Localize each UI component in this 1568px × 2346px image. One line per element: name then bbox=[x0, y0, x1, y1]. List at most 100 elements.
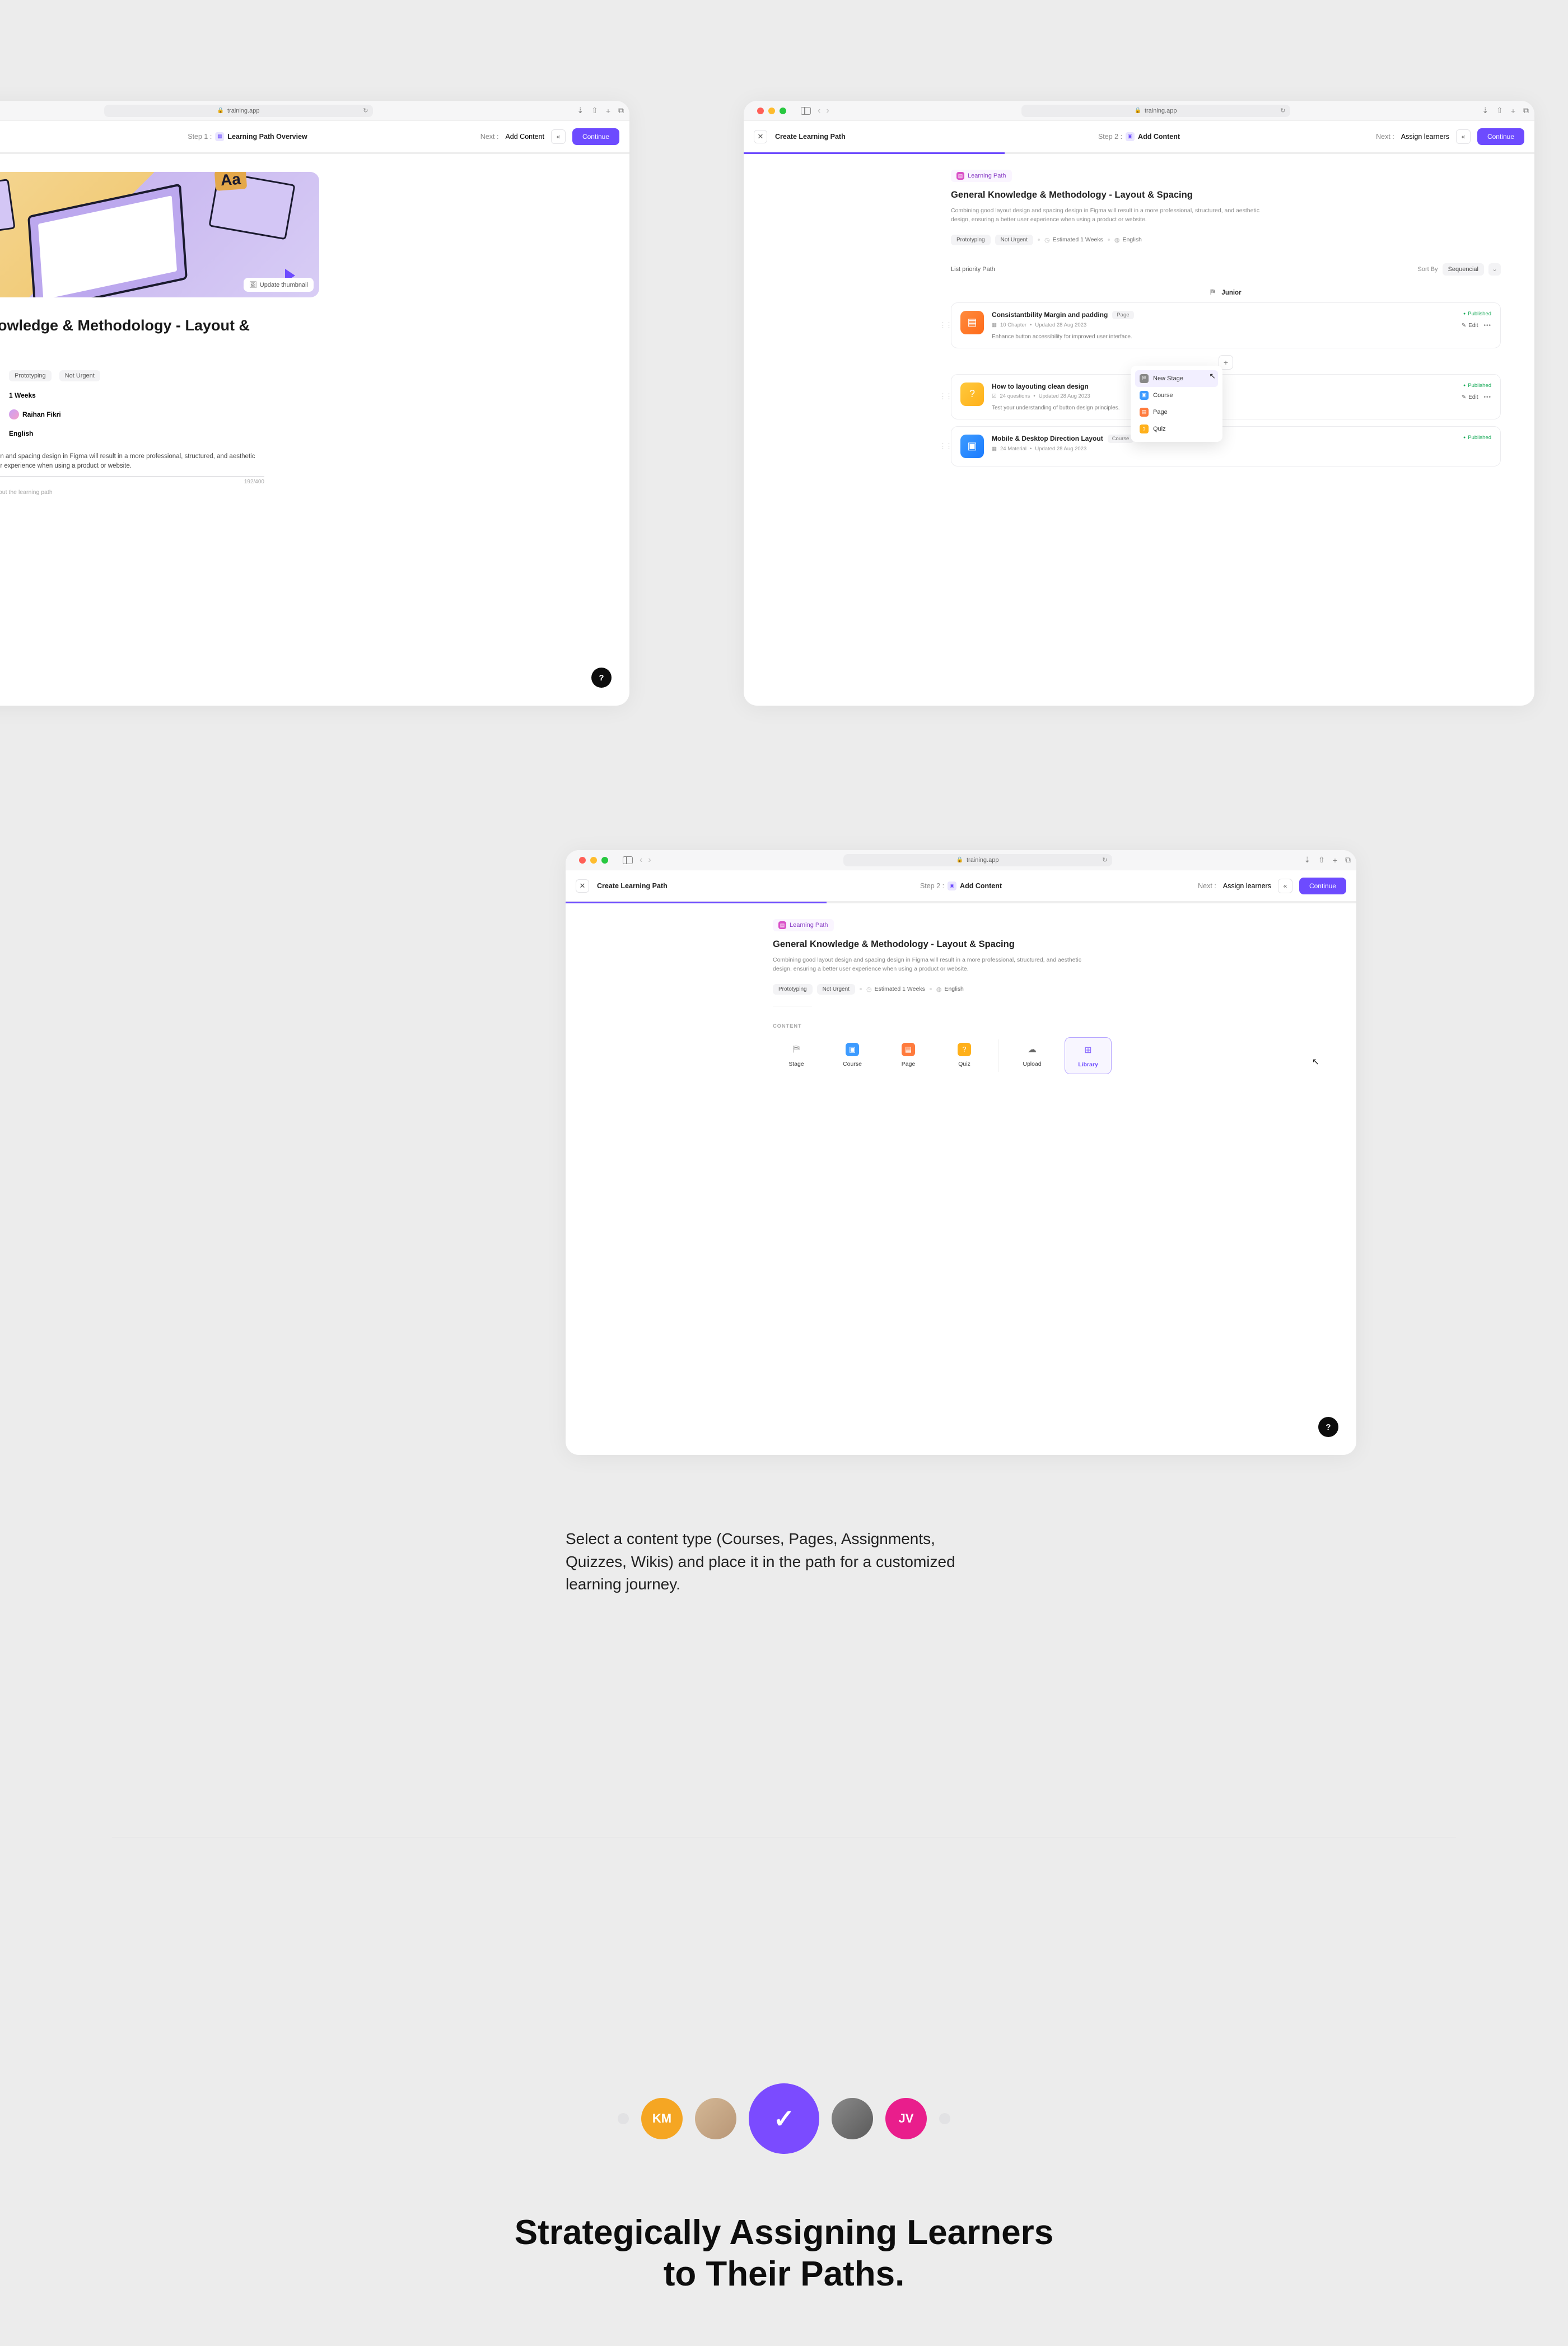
content-type-quiz[interactable]: ?Quiz bbox=[941, 1037, 988, 1074]
popover-new-stage[interactable]: ⛿New Stage bbox=[1135, 370, 1218, 387]
sort-select[interactable]: Sequencial bbox=[1443, 263, 1484, 276]
address-bar[interactable]: 🔒 training.app ↻ bbox=[104, 105, 373, 117]
content-type-upload[interactable]: ☁Upload bbox=[1009, 1037, 1056, 1074]
traffic-min-icon[interactable] bbox=[768, 108, 775, 114]
sidebar-toggle-icon[interactable] bbox=[801, 107, 811, 115]
traffic-close-icon[interactable] bbox=[579, 857, 586, 864]
refresh-icon[interactable]: ↻ bbox=[363, 107, 368, 114]
page-icon: ▤ bbox=[1140, 408, 1149, 417]
content-card[interactable]: ⋮⋮ ▤ Consistantbility Margin and padding… bbox=[951, 302, 1501, 348]
content-type-stage[interactable]: ⛿Stage bbox=[773, 1037, 820, 1074]
more-menu-icon[interactable]: ••• bbox=[1483, 394, 1491, 400]
close-button[interactable]: ✕ bbox=[576, 879, 589, 893]
tabs-icon[interactable]: ⧉ bbox=[1523, 106, 1529, 115]
content-type-page[interactable]: ▤Page bbox=[885, 1037, 932, 1074]
dot-icon bbox=[939, 2113, 950, 2124]
back-chevron-button[interactable]: « bbox=[551, 129, 566, 144]
drag-handle-icon[interactable]: ⋮⋮ bbox=[939, 321, 951, 330]
continue-button[interactable]: Continue bbox=[1477, 128, 1524, 145]
stage-icon: ⛿ bbox=[1140, 374, 1149, 383]
pencil-icon: ✎ bbox=[1462, 394, 1466, 400]
about-textarea[interactable]: Combining good layout design and spacing… bbox=[0, 452, 264, 477]
more-menu-icon[interactable]: ••• bbox=[1483, 323, 1491, 329]
chip-prototyping: Prototyping bbox=[773, 984, 813, 995]
app-topbar: ✕ Create Learning Path Step 2 : ▣ Add Co… bbox=[566, 870, 1356, 902]
course-icon: ▣ bbox=[1140, 391, 1149, 400]
content-section-label: CONTENT bbox=[773, 1023, 1323, 1029]
share-icon[interactable]: ⇧ bbox=[1318, 855, 1325, 865]
close-button[interactable]: ✕ bbox=[754, 130, 767, 143]
continue-button[interactable]: Continue bbox=[572, 128, 619, 145]
popover-course[interactable]: ▣Course bbox=[1135, 387, 1218, 404]
chevron-down-icon[interactable]: ⌄ bbox=[1488, 263, 1501, 276]
back-chevron-button[interactable]: « bbox=[1278, 879, 1292, 893]
content-type-library[interactable]: ⊞Library bbox=[1065, 1037, 1112, 1074]
app-topbar: ✕ Create Learning Path Step 2 : ▣ Add Co… bbox=[744, 121, 1534, 152]
chip-not-urgent[interactable]: Not Urgent bbox=[59, 370, 100, 381]
sidebar-toggle-icon[interactable] bbox=[623, 856, 633, 864]
chip-prototyping[interactable]: Prototyping bbox=[9, 370, 52, 381]
popover-page[interactable]: ▤Page bbox=[1135, 404, 1218, 421]
tag-row: Prototyping Not Urgent ◷Estimated 1 Week… bbox=[951, 235, 1501, 245]
refresh-icon[interactable]: ↻ bbox=[1102, 856, 1107, 864]
nav-back-icon[interactable]: ‹ bbox=[818, 106, 820, 116]
share-icon[interactable]: ⇧ bbox=[591, 106, 598, 115]
url-text: training.app bbox=[227, 108, 260, 114]
back-chevron-button[interactable]: « bbox=[1456, 129, 1471, 144]
chapter-icon: ▦ bbox=[992, 322, 997, 328]
path-icon: ▦ bbox=[215, 132, 224, 141]
edit-button[interactable]: ✎Edit bbox=[1462, 394, 1478, 400]
dot-icon bbox=[618, 2113, 629, 2124]
address-bar[interactable]: 🔒training.app↻ bbox=[843, 854, 1112, 866]
new-tab-icon[interactable]: + bbox=[1511, 106, 1515, 115]
avatar-check-icon: ✓ bbox=[749, 2083, 819, 2154]
content-icon: ▣ bbox=[948, 882, 956, 890]
popover-quiz[interactable]: ?Quiz bbox=[1135, 421, 1218, 437]
traffic-max-icon[interactable] bbox=[780, 108, 786, 114]
step-indicator: Step 1 : ▦ Learning Path Overview bbox=[188, 132, 307, 141]
traffic-close-icon[interactable] bbox=[757, 108, 764, 114]
avatar-photo bbox=[695, 2098, 736, 2139]
content-type-course[interactable]: ▣Course bbox=[829, 1037, 876, 1074]
trainer-avatar bbox=[9, 409, 19, 419]
share-icon[interactable]: ⇧ bbox=[1496, 106, 1503, 115]
path-description: Combining good layout design and spacing… bbox=[951, 206, 1264, 225]
clock-icon: ◷ bbox=[1044, 236, 1050, 244]
quiz-icon: ? bbox=[958, 1043, 971, 1056]
new-tab-icon[interactable]: + bbox=[1333, 856, 1337, 865]
lock-icon: 🔒 bbox=[1135, 108, 1141, 114]
avatar-jv: JV bbox=[885, 2098, 927, 2139]
address-bar[interactable]: 🔒training.app↻ bbox=[1021, 105, 1290, 117]
drag-handle-icon[interactable]: ⋮⋮ bbox=[939, 392, 951, 401]
traffic-min-icon[interactable] bbox=[590, 857, 597, 864]
path-title: General Knowledge & Methodology - Layout… bbox=[773, 939, 1323, 950]
download-icon[interactable]: ⇣ bbox=[1482, 106, 1488, 115]
continue-button[interactable]: Continue bbox=[1299, 878, 1346, 894]
content-card[interactable]: ⋮⋮ ▣ Mobile & Desktop Direction LayoutCo… bbox=[951, 426, 1501, 467]
status-published: Published bbox=[1463, 435, 1491, 441]
traffic-max-icon[interactable] bbox=[601, 857, 608, 864]
lock-icon: 🔒 bbox=[217, 108, 224, 114]
download-icon[interactable]: ⇣ bbox=[1304, 855, 1310, 865]
drag-handle-icon[interactable]: ⋮⋮ bbox=[939, 442, 951, 451]
nav-fwd-icon[interactable]: › bbox=[648, 855, 651, 865]
app-topbar: Step 1 : ▦ Learning Path Overview Next :… bbox=[0, 121, 629, 152]
chip-not-urgent: Not Urgent bbox=[817, 984, 855, 995]
new-tab-icon[interactable]: + bbox=[606, 106, 610, 115]
page-title: Create Learning Path bbox=[775, 133, 846, 141]
edit-button[interactable]: ✎Edit bbox=[1462, 323, 1478, 329]
nav-fwd-icon[interactable]: › bbox=[826, 106, 829, 116]
refresh-icon[interactable]: ↻ bbox=[1280, 107, 1285, 114]
next-label: Next : bbox=[480, 133, 499, 141]
tabs-icon[interactable]: ⧉ bbox=[1345, 855, 1351, 865]
path-description: Combining good layout design and spacing… bbox=[773, 955, 1086, 974]
help-fab[interactable]: ? bbox=[1318, 1417, 1338, 1437]
window-add-content-picker: ‹ › 🔒training.app↻ ⇣ ⇧ + ⧉ ✕ Create Learning… bbox=[566, 850, 1356, 1455]
update-thumbnail-button[interactable]: 🖼 Update thumbnail bbox=[244, 278, 314, 292]
tabs-icon[interactable]: ⧉ bbox=[618, 106, 624, 115]
help-fab[interactable]: ? bbox=[591, 668, 612, 688]
content-card[interactable]: ⋮⋮ ? How to layouting clean design ☑24 q… bbox=[951, 374, 1501, 419]
nav-back-icon[interactable]: ‹ bbox=[640, 855, 642, 865]
trainer-value[interactable]: Raihan Fikri bbox=[9, 409, 61, 419]
download-icon[interactable]: ⇣ bbox=[577, 106, 584, 115]
